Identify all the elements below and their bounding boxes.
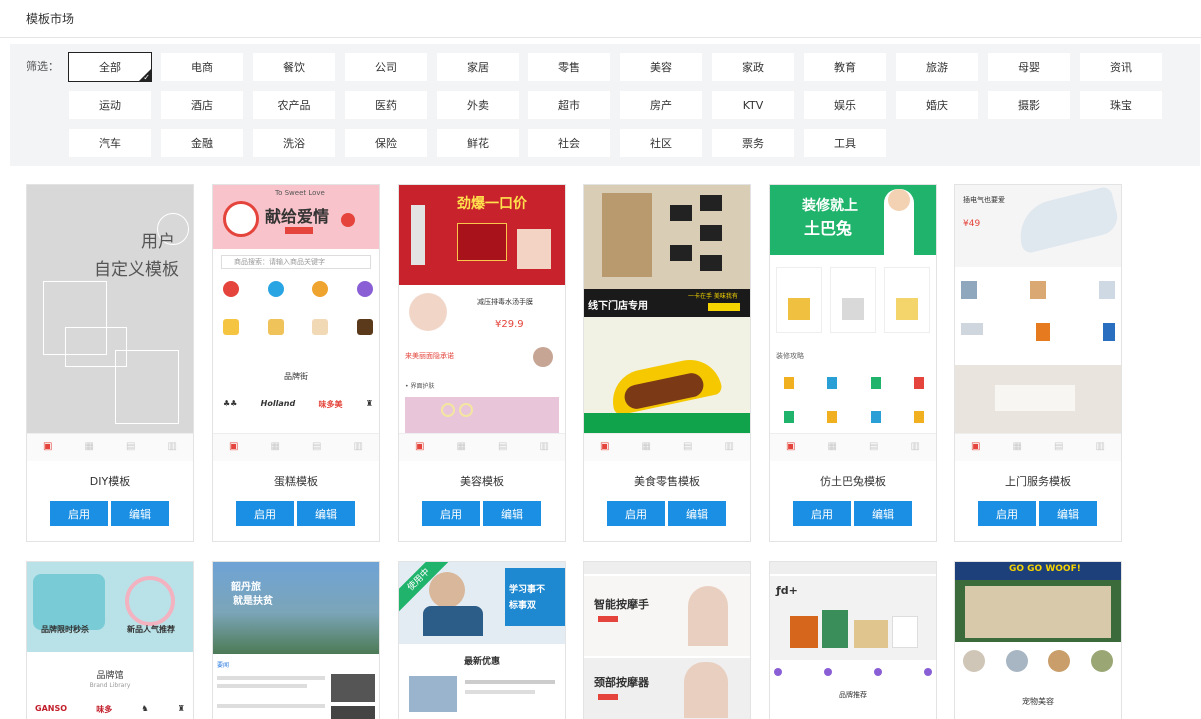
filter-option[interactable]: 票务	[711, 128, 795, 158]
filter-option[interactable]: 娱乐	[803, 90, 887, 120]
tubatu-banner1: 装修就上	[802, 198, 858, 214]
template-card-tea: ƒd+ 品牌推荐	[769, 561, 937, 719]
filter-option[interactable]: 酒店	[160, 90, 244, 120]
enable-button[interactable]: 启用	[50, 501, 108, 526]
check-icon: ✓	[143, 73, 150, 82]
template-card-education: 学习事不 标事双 使用中 最新优惠	[398, 561, 566, 719]
filter-option[interactable]: 资讯	[1079, 52, 1163, 82]
template-card-massage: 智能按摩手 颈部按摩器	[583, 561, 751, 719]
filter-option[interactable]: 医药	[344, 90, 428, 120]
template-preview: To Sweet Love 献给爱情 商品搜索：请输入商品关键字 品牌街 ♣♣ H…	[213, 185, 379, 433]
filter-option[interactable]: 母婴	[987, 52, 1071, 82]
card-title: 蛋糕模板	[274, 475, 318, 488]
filter-option[interactable]: 汽车	[68, 128, 152, 158]
filter-option[interactable]: 社会	[527, 128, 611, 158]
cake-banner: 献给爱情	[265, 207, 330, 226]
cake-search-input: 商品搜索：请输入商品关键字	[221, 255, 371, 269]
template-preview: 用户 自定义模板	[27, 185, 193, 433]
template-card-food: 线下门店专用 一卡在手 美味我有 ▣ ▦ ▤ ▥ 美食零售模板 启用 编辑	[583, 184, 751, 542]
card-title: 上门服务模板	[1005, 475, 1071, 488]
filter-option[interactable]: KTV	[711, 90, 795, 120]
beauty-banner: 劲爆一口价	[457, 196, 527, 212]
filter-option[interactable]: 旅游	[895, 52, 979, 82]
template-preview: 线下门店专用 一卡在手 美味我有	[584, 185, 750, 433]
filter-option[interactable]: 运动	[68, 90, 152, 120]
cake-section: 品牌街	[284, 372, 308, 381]
edit-button[interactable]: 编辑	[1039, 501, 1097, 526]
filter-option[interactable]: 电商	[160, 52, 244, 82]
enable-button[interactable]: 启用	[607, 501, 665, 526]
filter-option[interactable]: 保险	[344, 128, 428, 158]
filter-option[interactable]: 农产品	[252, 90, 336, 120]
filter-option[interactable]: 美容	[619, 52, 703, 82]
preview-tabbar: ▣ ▦ ▤ ▥	[399, 433, 565, 461]
edit-button[interactable]: 编辑	[111, 501, 169, 526]
template-card-diy: 用户 自定义模板 ▣ ▦ ▤ ▥ DIY模板 启用 编辑	[26, 184, 194, 542]
template-preview: 装修就上 土巴兔 装修攻略	[770, 185, 936, 433]
template-card-home-service: 插电气也要爱 ¥49 ▣ ▦ ▤ ▥ 上门服务模板 启用 编辑	[954, 184, 1122, 542]
filter-option[interactable]: 房产	[619, 90, 703, 120]
edit-button[interactable]: 编辑	[483, 501, 541, 526]
template-card-cake: To Sweet Love 献给爱情 商品搜索：请输入商品关键字 品牌街 ♣♣ H…	[212, 184, 380, 542]
beauty-price: ¥29.9	[495, 319, 524, 330]
filter-option[interactable]: 婚庆	[895, 90, 979, 120]
filter-option[interactable]: 洗浴	[252, 128, 336, 158]
enable-button[interactable]: 启用	[236, 501, 294, 526]
preview-tabbar: ▣ ▦ ▤ ▥	[955, 433, 1121, 461]
filter-option[interactable]: 餐饮	[252, 52, 336, 82]
filter-option[interactable]: 社区	[619, 128, 703, 158]
template-card-tubatu: 装修就上 土巴兔 装修攻略 ▣ ▦ ▤ ▥ 仿土巴兔模板 启用 编辑	[769, 184, 937, 542]
preview-tabbar: ▣ ▦ ▤ ▥	[213, 433, 379, 461]
filter-option[interactable]: 珠宝	[1079, 90, 1163, 120]
card-title: DIY模板	[89, 475, 131, 488]
filter-option[interactable]: 家政	[711, 52, 795, 82]
filter-label: 筛选：	[26, 60, 59, 73]
filter-option[interactable]: 工具	[803, 128, 887, 158]
enable-button[interactable]: 启用	[422, 501, 480, 526]
template-card-brand: 品牌限时秒杀 新品人气推荐 品牌馆 Brand Library GANSO 味多 ♞…	[26, 561, 194, 719]
card-title: 美容模板	[460, 475, 504, 488]
filter-option[interactable]: 家居	[436, 52, 520, 82]
filter-option[interactable]: 外卖	[436, 90, 520, 120]
diy-line2: 自定义模板	[94, 260, 179, 280]
preview-tabbar: ▣ ▦ ▤ ▥	[770, 433, 936, 461]
filter-panel: 筛选： 全部 ✓ 电商 餐饮 公司 家居 零售 美容 家政 教育 旅游 母婴 资讯运动 酒店 农产品 医药 外卖…	[10, 44, 1200, 166]
edit-button[interactable]: 编辑	[668, 501, 726, 526]
preview-tabbar: ▣ ▦ ▤ ▥	[584, 433, 750, 461]
template-card-pet: GO GO WOOF! 宠物美容	[954, 561, 1122, 719]
template-card-travel: 韶丹旅 就是扶贫 要闻	[212, 561, 380, 719]
template-card-beauty: 劲爆一口价 减压排毒水汤手膜 ¥29.9 来美丽面隐承诺 • 界面护肤 ▣ ▦ ▤ ▥…	[398, 184, 566, 542]
preview-tabbar: ▣ ▦ ▤ ▥	[27, 433, 193, 461]
template-preview: 插电气也要爱 ¥49	[955, 185, 1121, 433]
card-title: 美食零售模板	[634, 475, 700, 488]
filter-option[interactable]: 摄影	[987, 90, 1071, 120]
page-header: 模板市场	[0, 0, 1201, 38]
tubatu-section: 装修攻略	[776, 352, 804, 360]
filter-option[interactable]: 超市	[527, 90, 611, 120]
template-preview: 劲爆一口价 减压排毒水汤手膜 ¥29.9 来美丽面隐承诺 • 界面护肤	[399, 185, 565, 433]
filter-option[interactable]: 教育	[803, 52, 887, 82]
edit-button[interactable]: 编辑	[297, 501, 355, 526]
diy-line1: 用户	[141, 232, 175, 252]
enable-button[interactable]: 启用	[978, 501, 1036, 526]
card-title: 仿土巴兔模板	[820, 475, 886, 488]
page-title: 模板市场	[26, 12, 75, 26]
tubatu-banner2: 土巴兔	[804, 219, 853, 238]
edit-button[interactable]: 编辑	[854, 501, 912, 526]
filter-option[interactable]: 零售	[527, 52, 611, 82]
food-banner: 线下门店专用	[588, 301, 648, 312]
enable-button[interactable]: 启用	[793, 501, 851, 526]
filter-option[interactable]: 鲜花	[436, 128, 520, 158]
filter-option[interactable]: 金融	[160, 128, 244, 158]
filter-option[interactable]: 公司	[344, 52, 428, 82]
filter-option[interactable]: 全部 ✓	[68, 52, 152, 82]
